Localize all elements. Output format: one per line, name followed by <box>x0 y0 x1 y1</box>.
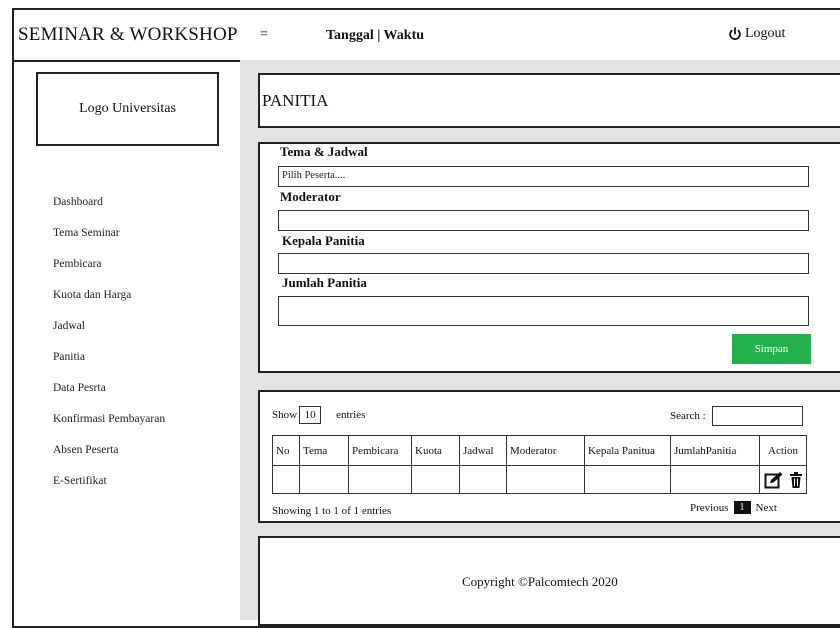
col-header-kuota: Kuota <box>411 435 460 466</box>
previous-button[interactable]: Previous <box>690 502 729 514</box>
page-length-select[interactable]: 10 <box>299 406 322 424</box>
edit-icon[interactable] <box>764 471 784 489</box>
table-info: Showing 1 to 1 of 1 entries <box>272 505 392 517</box>
table-header-row: No Tema Pembicara Kuota Jadwal Moderator… <box>272 435 807 466</box>
sidebar-item-pembicara[interactable]: Pembicara <box>53 256 165 287</box>
moderator-label: Moderator <box>280 189 341 204</box>
sidebar-item-panitia[interactable]: Panitia <box>53 349 165 380</box>
title-panel: PANITIA <box>258 73 840 128</box>
col-header-jadwal: Jadwal <box>459 435 507 466</box>
logo-text: Logo Universitas <box>79 101 176 116</box>
cell-jadwal <box>459 465 507 494</box>
cell-kuota <box>411 465 460 494</box>
sidebar-item-absen-peserta[interactable]: Absen Peserta <box>53 442 165 473</box>
kepala-panitia-input[interactable] <box>278 253 809 274</box>
col-header-no: No <box>272 435 300 466</box>
col-header-action: Action <box>759 435 807 466</box>
sidebar-item-dashboard[interactable]: Dashboard <box>53 194 165 225</box>
main-content: PANITIA Tema & Jadwal Pilih Peserta.... … <box>240 60 840 626</box>
show-label: Show <box>272 409 298 421</box>
sidebar-item-e-sertifikat[interactable]: E-Sertifikat <box>53 473 165 504</box>
table-search: Search : <box>670 406 803 426</box>
university-logo: Logo Universitas <box>36 72 219 146</box>
cell-moderator <box>506 465 585 494</box>
panitia-table: No Tema Pembicara Kuota Jadwal Moderator… <box>272 435 807 494</box>
next-button[interactable]: Next <box>756 502 777 514</box>
footer-panel: Copyright ©Palcomtech 2020 <box>258 536 840 626</box>
cell-action <box>759 465 807 494</box>
menu-toggle-button[interactable]: = <box>260 27 268 43</box>
col-header-pembicara: Pembicara <box>348 435 412 466</box>
sidebar-item-data-peserta[interactable]: Data Pesrta <box>53 380 165 411</box>
jumlah-panitia-input[interactable] <box>278 296 809 326</box>
pagination: Previous 1 Next <box>690 501 777 514</box>
sidebar-menu: Dashboard Tema Seminar Pembicara Kuota d… <box>53 194 165 504</box>
col-header-tema: Tema <box>299 435 349 466</box>
cell-no <box>272 465 300 494</box>
app-title: SEMINAR & WORKSHOP <box>18 24 238 45</box>
sidebar-item-tema-seminar[interactable]: Tema Seminar <box>53 225 165 256</box>
kepala-panitia-label: Kepala Panitia <box>282 233 365 248</box>
sidebar: Logo Universitas Dashboard Tema Seminar … <box>12 60 242 620</box>
top-header: SEMINAR & WORKSHOP = Tanggal | Waktu Log… <box>12 8 840 62</box>
cell-tema <box>299 465 349 494</box>
sidebar-item-konfirmasi-pembayaran[interactable]: Konfirmasi Pembayaran <box>53 411 165 442</box>
logout-label: Logout <box>745 26 786 41</box>
search-input[interactable] <box>711 406 803 426</box>
data-table-panel: Show 10 entries Search : No Tema Pembica… <box>258 390 840 523</box>
sidebar-item-kuota-harga[interactable]: Kuota dan Harga <box>53 287 165 318</box>
cell-kepala-panitia <box>584 465 671 494</box>
trash-icon[interactable] <box>790 471 802 488</box>
col-header-jumlah-panitia: JumlahPanitia <box>670 435 760 466</box>
panitia-form: Tema & Jadwal Pilih Peserta.... Moderato… <box>258 142 840 373</box>
date-time-label: Tanggal | Waktu <box>326 28 425 43</box>
col-header-moderator: Moderator <box>506 435 585 466</box>
simpan-button[interactable]: Simpan <box>732 334 811 364</box>
copyright-text: Copyright ©Palcomtech 2020 <box>462 574 618 589</box>
tema-jadwal-select[interactable]: Pilih Peserta.... <box>278 166 809 187</box>
entries-label: entries <box>336 409 366 421</box>
tema-jadwal-label: Tema & Jadwal <box>280 144 368 159</box>
moderator-input[interactable] <box>278 210 809 231</box>
logout-button[interactable]: Logout <box>728 26 785 42</box>
cell-pembicara <box>348 465 412 494</box>
table-row <box>272 465 807 494</box>
row-actions <box>763 471 803 489</box>
page-number-button[interactable]: 1 <box>733 501 751 514</box>
cell-jumlah-panitia <box>670 465 760 494</box>
page-length-control: Show 10 entries <box>272 406 365 424</box>
search-label: Search : <box>670 410 706 422</box>
power-icon <box>729 27 741 40</box>
sidebar-item-jadwal[interactable]: Jadwal <box>53 318 165 349</box>
page-title: PANITIA <box>262 91 329 110</box>
col-header-kepala-panitia: Kepala Panitua <box>584 435 671 466</box>
jumlah-panitia-label: Jumlah Panitia <box>282 275 367 290</box>
